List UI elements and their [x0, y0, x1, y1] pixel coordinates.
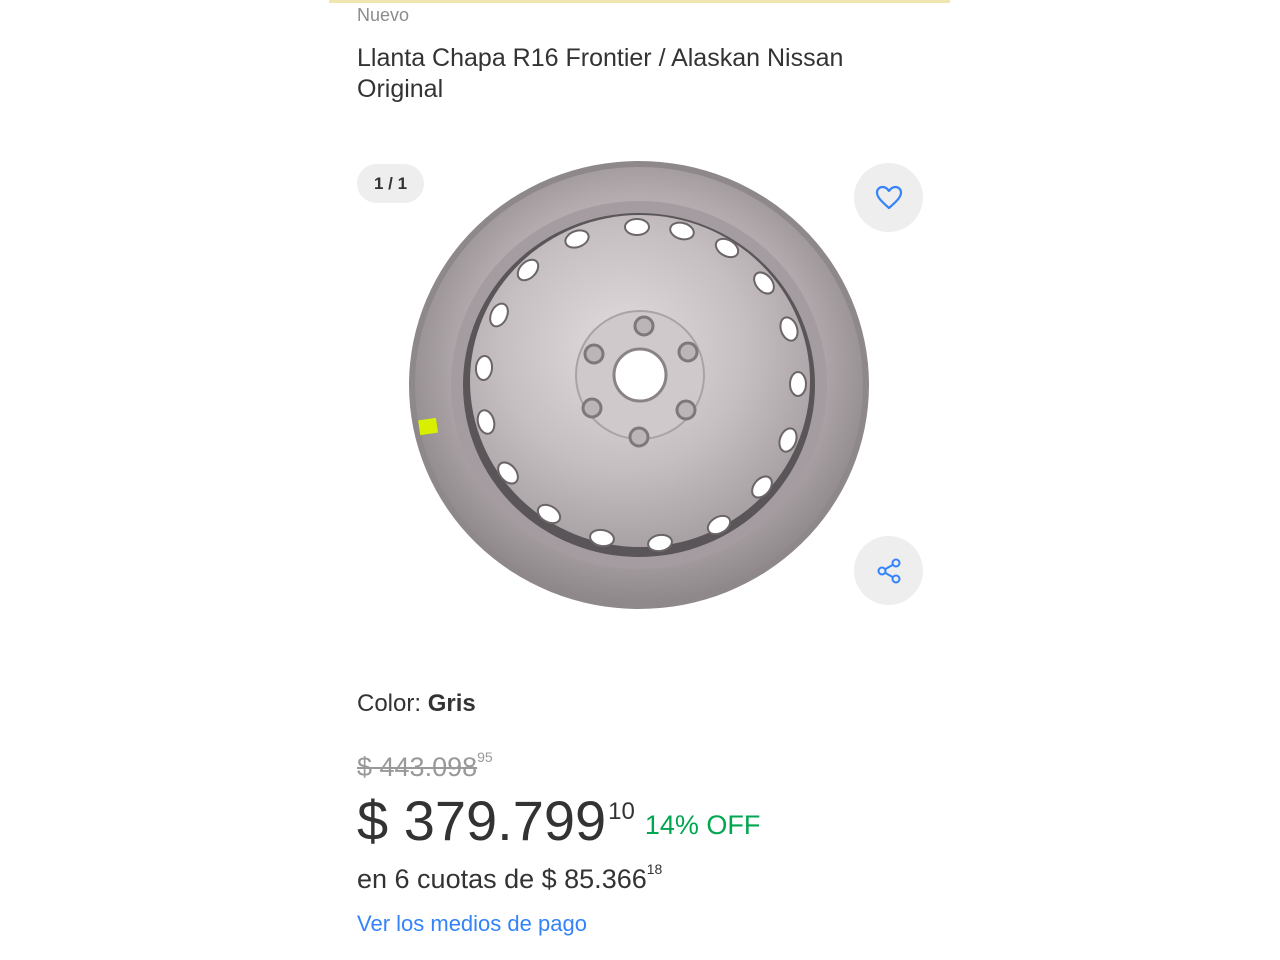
current-price: $ 379.799 10 14% OFF — [357, 788, 760, 853]
current-price-cents: 10 — [608, 798, 635, 825]
condition-label: Nuevo — [357, 5, 410, 25]
color-value: Gris — [427, 690, 476, 717]
original-price-amount: $ 443.098 — [357, 752, 478, 782]
heart-icon — [875, 185, 902, 209]
share-button[interactable] — [854, 536, 923, 605]
installments-text: en 6 cuotas de $ 85.366 — [357, 864, 647, 894]
share-icon — [877, 558, 900, 583]
color-label: Color: — [357, 690, 422, 717]
favorite-button[interactable] — [854, 163, 923, 232]
original-price: $ 443.09895 — [357, 749, 493, 783]
product-image-wheel[interactable] — [407, 155, 877, 615]
color-selector: Color: Gris — [357, 690, 476, 718]
current-price-amount: $ 379.799 — [357, 789, 607, 852]
product-title: Llanta Chapa R16 Frontier / Alaskan Niss… — [357, 44, 844, 103]
product-page: Nuevo Llanta Chapa R16 Frontier / Alaska… — [329, 0, 950, 960]
original-price-cents: 95 — [477, 749, 493, 765]
header-strip — [329, 0, 950, 3]
installments-info: en 6 cuotas de $ 85.36618 — [357, 861, 663, 895]
discount-badge: 14% OFF — [644, 810, 761, 840]
image-gallery[interactable]: 1 / 1 — [329, 150, 950, 620]
installments-cents: 18 — [646, 861, 663, 877]
payment-methods-link[interactable]: Ver los medios de pago — [357, 911, 587, 937]
